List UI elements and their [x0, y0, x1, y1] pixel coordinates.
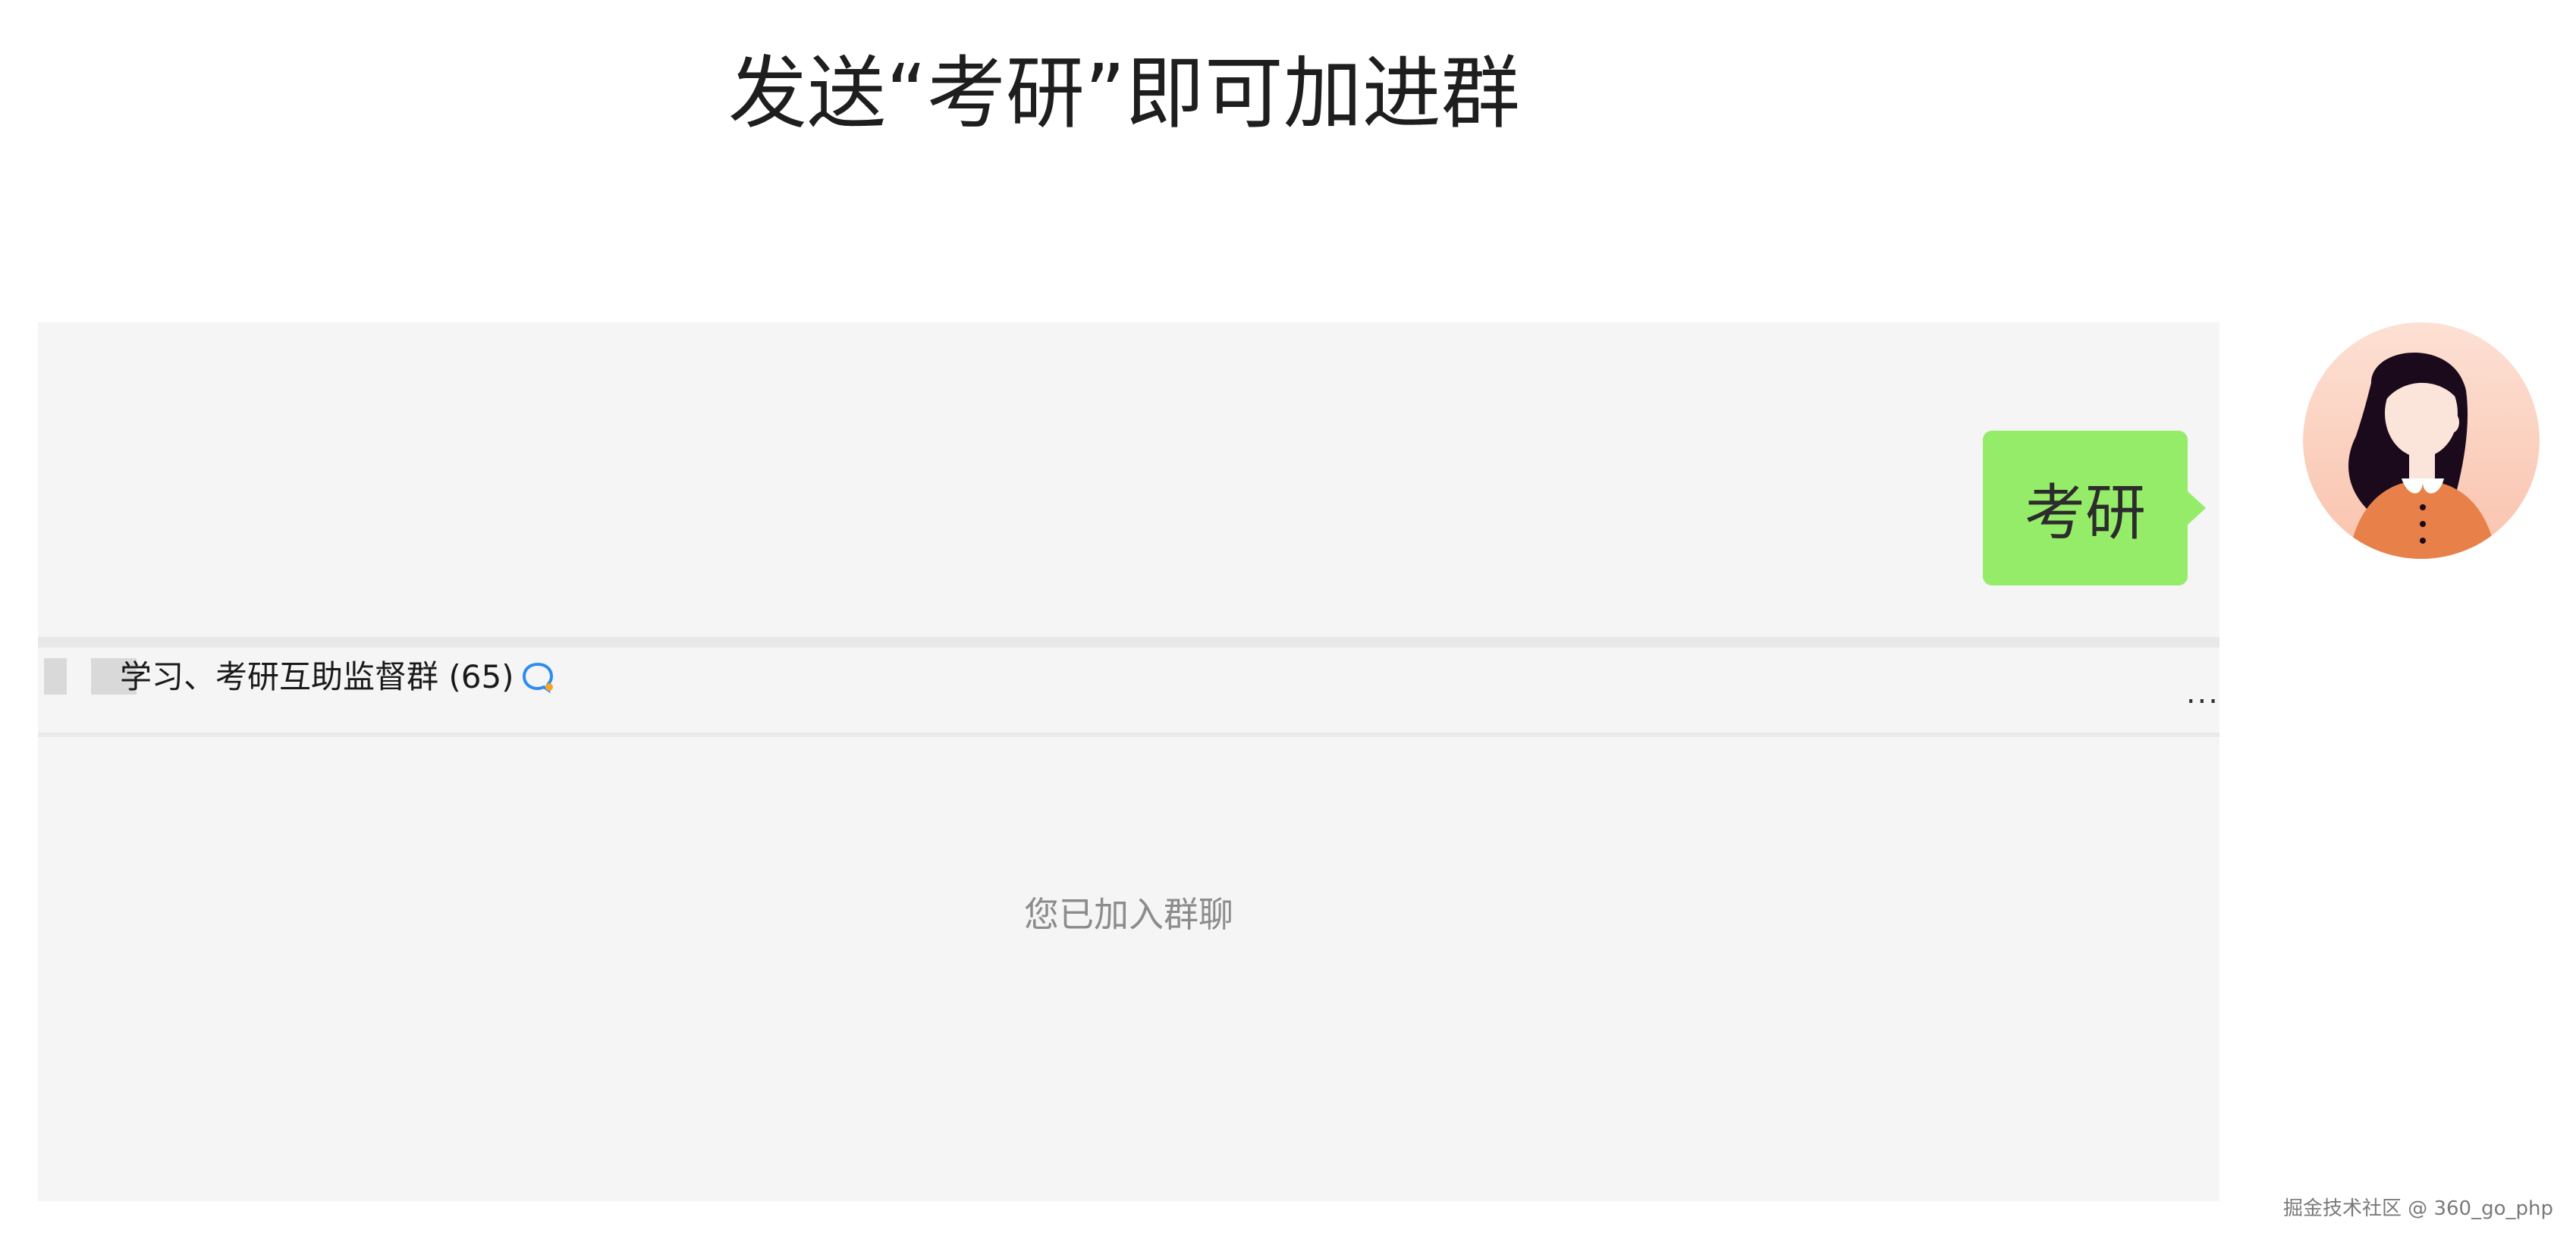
page: 发送“考研”即可加进群 考研 学习、考研互助监督群 (65) ... 您已加入群…	[0, 0, 2576, 1236]
group-name: 学习、考研互助监督群 (65)	[120, 658, 514, 695]
redacted-text	[44, 658, 67, 695]
divider	[38, 637, 2219, 648]
chat-body: 您已加入群聊	[38, 737, 2219, 1201]
chat-bubble-icon	[522, 662, 553, 694]
avatar[interactable]	[2303, 322, 2540, 559]
bubble-tail	[2188, 491, 2206, 525]
sent-message-bubble[interactable]: 考研	[1983, 431, 2188, 585]
more-icon[interactable]: ...	[2186, 678, 2219, 708]
page-title: 发送“考研”即可加进群	[728, 47, 1520, 140]
chat-message-area	[38, 322, 2219, 637]
avatar-illustration	[2303, 322, 2540, 559]
message-text: 考研	[2025, 478, 2146, 548]
watermark: 掘金技术社区 @ 360_go_php	[2282, 1197, 2553, 1220]
group-title: 学习、考研互助监督群 (65)	[120, 652, 555, 702]
group-header[interactable]: 学习、考研互助监督群 (65) ...	[38, 648, 2219, 737]
system-notice: 您已加入群聊	[1024, 894, 1233, 935]
